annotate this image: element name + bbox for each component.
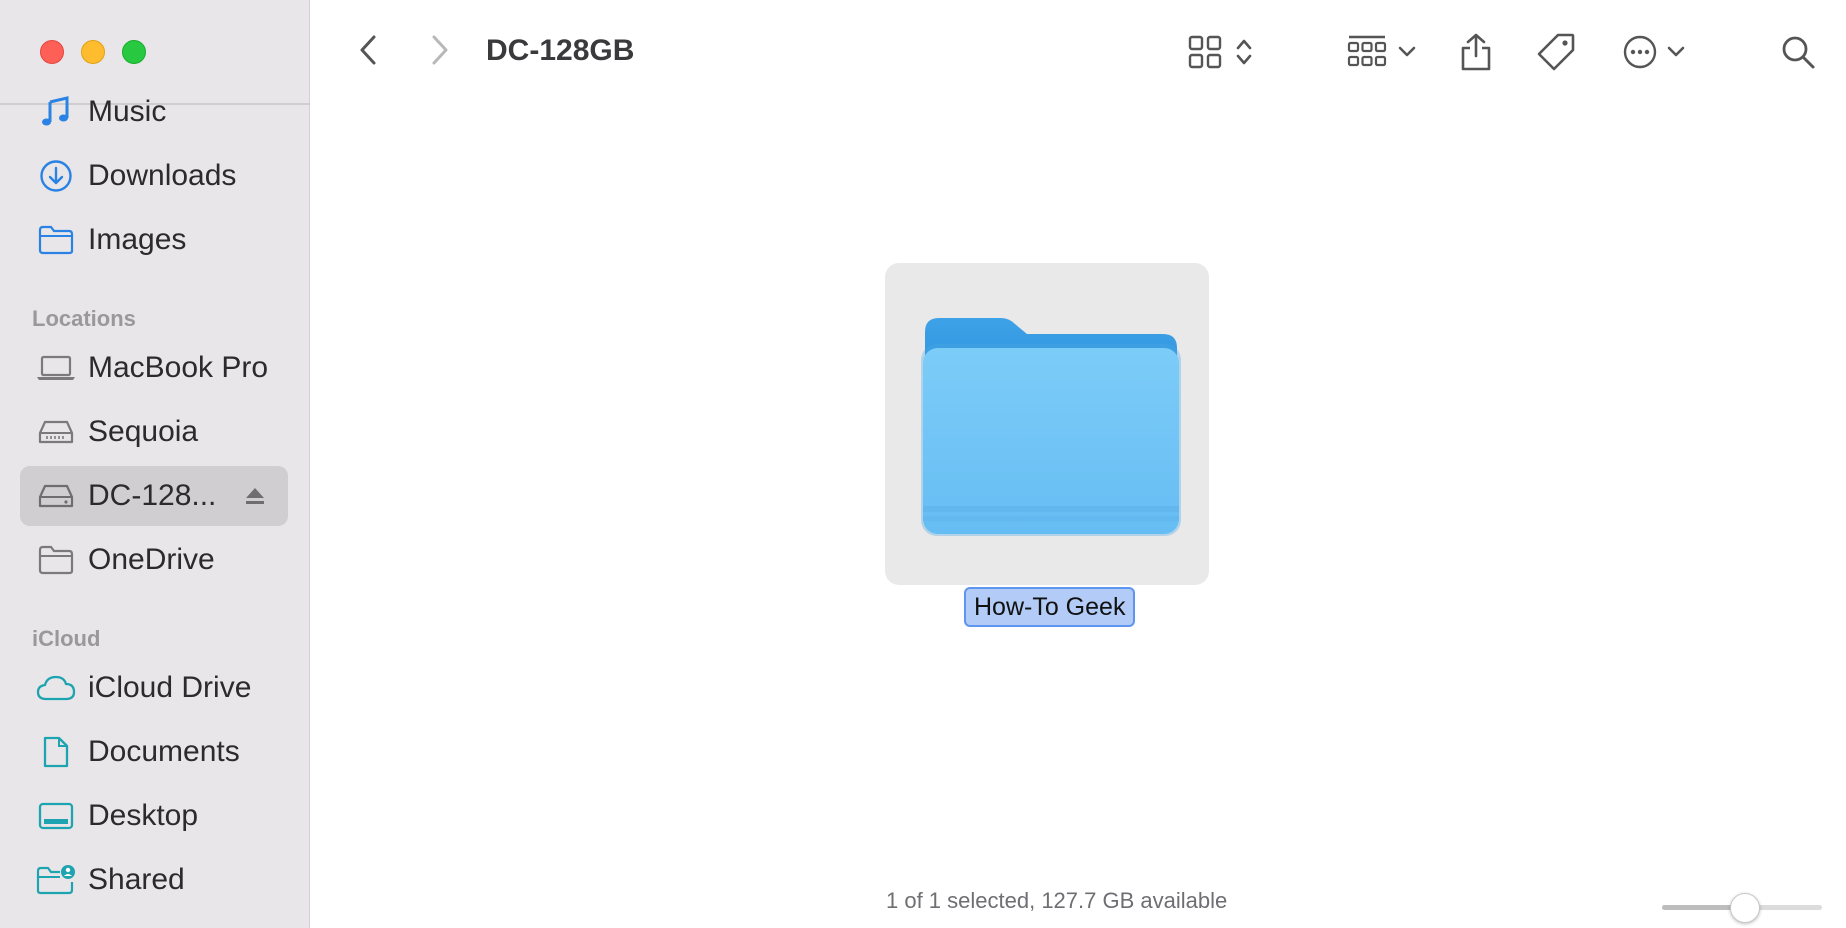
sidebar-item-shared[interactable]: Shared [20, 850, 288, 910]
search-button[interactable] [1776, 30, 1820, 74]
sidebar-item-onedrive[interactable]: OneDrive [20, 530, 288, 590]
sidebar-item-downloads[interactable]: Downloads [20, 146, 288, 206]
slider-knob[interactable] [1729, 893, 1760, 923]
minimize-window-button[interactable] [81, 40, 105, 64]
sidebar: Music Downloads Images Locations MacBook… [0, 0, 310, 928]
sidebar-item-label: iCloud Drive [88, 671, 252, 704]
ellipsis-circle-icon [1623, 35, 1657, 69]
close-window-button[interactable] [40, 40, 64, 64]
sidebar-item-label: Images [88, 223, 187, 256]
sidebar-item-label: Desktop [88, 799, 199, 832]
forward-button[interactable] [422, 30, 458, 70]
hard-drive-icon [36, 414, 76, 450]
sidebar-item-label: OneDrive [88, 543, 215, 576]
group-button[interactable] [1342, 30, 1422, 74]
finder-window: Music Downloads Images Locations MacBook… [0, 0, 1846, 928]
sidebar-item-label: Music [88, 95, 167, 128]
sidebar-item-label: Documents [88, 735, 240, 768]
folder-name-rename-field[interactable]: How-To Geek [964, 587, 1136, 627]
document-icon [36, 734, 76, 770]
sidebar-section-locations: Locations [32, 306, 136, 331]
chevron-down-icon [1667, 46, 1685, 57]
cloud-icon [36, 670, 76, 706]
sidebar-item-images[interactable]: Images [20, 210, 288, 270]
sidebar-item-sequoia[interactable]: Sequoia [20, 402, 288, 462]
tag-icon [1537, 33, 1575, 71]
chevron-right-icon [432, 35, 448, 65]
folder-item-selection-tile[interactable] [885, 263, 1209, 585]
sidebar-item-label: Sequoia [88, 415, 199, 448]
status-text: 1 of 1 selected, 127.7 GB available [886, 888, 1228, 913]
window-controls [40, 40, 146, 64]
share-icon [1461, 33, 1491, 71]
sidebar-item-icloud-drive[interactable]: iCloud Drive [20, 658, 288, 718]
sidebar-item-label: DC-128... [88, 479, 217, 512]
eject-icon[interactable] [244, 485, 266, 507]
icon-grid-icon [1188, 35, 1222, 69]
sidebar-item-label: Downloads [88, 159, 237, 192]
back-button[interactable] [350, 30, 386, 70]
sidebar-item-documents[interactable]: Documents [20, 722, 288, 782]
view-mode-button[interactable] [1176, 30, 1266, 74]
sidebar-section-icloud: iCloud [32, 626, 101, 651]
share-button[interactable] [1454, 28, 1498, 76]
shared-folder-icon [36, 862, 76, 898]
sidebar-item-macbook-pro[interactable]: MacBook Pro [20, 338, 288, 398]
desktop-icon [36, 798, 76, 834]
laptop-icon [36, 350, 76, 386]
sidebar-item-label: MacBook Pro [88, 351, 269, 384]
window-title: DC-128GB [486, 34, 635, 67]
folder-icon [36, 542, 76, 578]
file-browser-content[interactable]: How-To Geek 1 of 1 selected, 127.7 GB av… [310, 104, 1846, 928]
sidebar-item-desktop[interactable]: Desktop [20, 786, 288, 846]
zoom-window-button[interactable] [122, 40, 146, 64]
external-drive-icon [36, 478, 76, 514]
tags-button[interactable] [1532, 28, 1580, 76]
download-circle-icon [36, 158, 76, 194]
chevron-updown-icon [1236, 39, 1252, 65]
folder-icon [921, 318, 1181, 536]
folder-icon [36, 222, 76, 258]
chevron-down-icon [1398, 46, 1416, 57]
group-grid-icon [1347, 35, 1387, 67]
sidebar-item-music[interactable]: Music [20, 82, 288, 142]
sidebar-item-label: Shared [88, 863, 185, 896]
music-note-icon [36, 94, 76, 130]
sidebar-item-dc-128gb[interactable]: DC-128... [20, 466, 288, 526]
icon-size-slider[interactable] [1662, 892, 1822, 924]
search-icon [1782, 36, 1815, 69]
chevron-left-icon [360, 35, 376, 65]
more-actions-button[interactable] [1618, 28, 1690, 76]
